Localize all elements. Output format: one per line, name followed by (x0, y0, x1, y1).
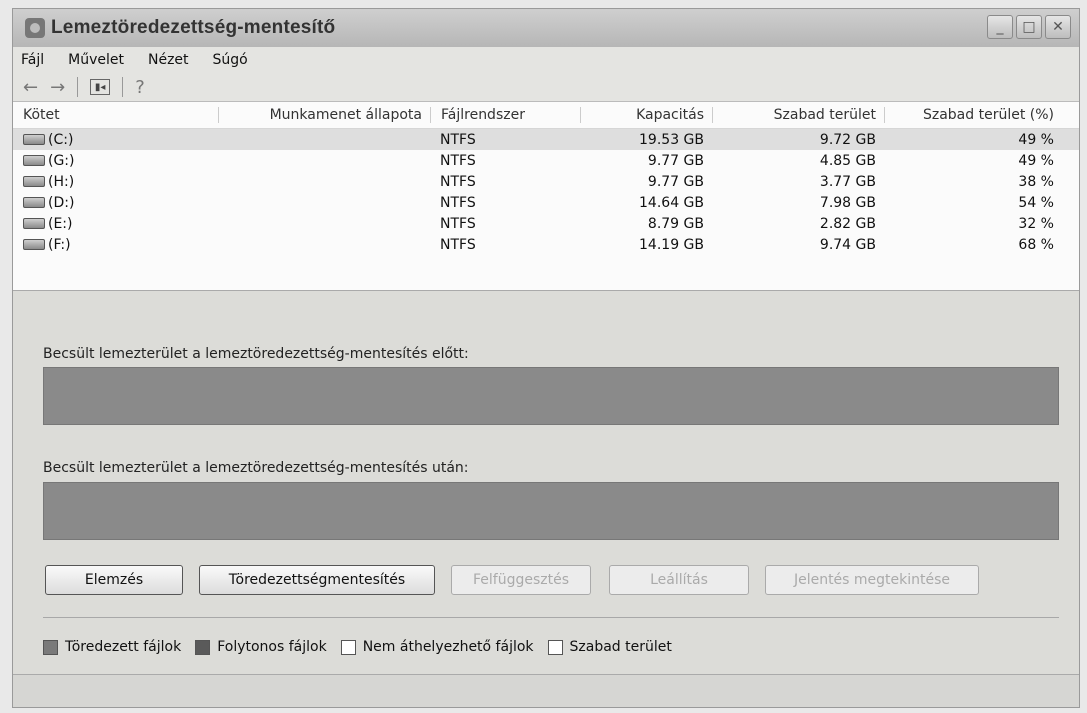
legend-item-contiguous: Folytonos fájlok (195, 639, 327, 655)
show-hide-console-icon[interactable]: ▮◂ (90, 79, 111, 95)
free-space: 9.72 GB (819, 131, 876, 148)
legend-swatch (547, 639, 563, 655)
menu-bar: Fájl Művelet Nézet Súgó (13, 47, 1079, 73)
legend-label: Szabad terület (569, 639, 672, 655)
drive-icon (23, 218, 45, 229)
status-bar (13, 674, 1079, 707)
volume-row[interactable]: (F:) NTFS 14.19 GB 9.74 GB 68 % (13, 234, 1079, 255)
capacity: 19.53 GB (639, 131, 704, 148)
free-space-pct: 38 % (1018, 173, 1054, 190)
drive-icon (23, 155, 45, 166)
list-header: Kötet Munkamenet állapota Fájlrendszer K… (13, 102, 1079, 129)
before-disk-usage-bar (43, 367, 1059, 425)
volume-row[interactable]: (G:) NTFS 9.77 GB 4.85 GB 49 % (13, 150, 1079, 171)
drive-icon (23, 176, 45, 187)
legend-swatch (340, 639, 356, 655)
free-space: 3.77 GB (819, 173, 876, 190)
filesystem: NTFS (440, 131, 476, 148)
title-bar: Lemeztöredezettség-mentesítő _ □ ✕ (13, 9, 1079, 47)
filesystem: NTFS (440, 215, 476, 232)
legend: Töredezett fájlok Folytonos fájlok Nem á… (43, 639, 686, 655)
capacity: 8.79 GB (647, 215, 704, 232)
column-header-volume[interactable]: Kötet (13, 107, 218, 123)
legend-item-unmovable: Nem áthelyezhető fájlok (340, 639, 534, 655)
forward-arrow-icon[interactable]: → (50, 77, 65, 98)
stop-button[interactable]: Leállítás (609, 565, 749, 595)
window-title: Lemeztöredezettség-mentesítő (51, 17, 336, 38)
menu-help[interactable]: Súgó (213, 52, 248, 68)
free-space-pct: 49 % (1018, 152, 1054, 169)
free-space-pct: 68 % (1018, 236, 1054, 253)
legend-label: Töredezett fájlok (65, 639, 182, 655)
free-space: 9.74 GB (819, 236, 876, 253)
column-header-capacity[interactable]: Kapacitás (580, 107, 712, 123)
legend-swatch (195, 639, 211, 655)
free-space: 2.82 GB (819, 215, 876, 232)
legend-swatch (43, 639, 58, 655)
pause-button[interactable]: Felfüggesztés (451, 565, 591, 595)
capacity: 14.19 GB (639, 236, 704, 253)
free-space-pct: 54 % (1018, 194, 1054, 211)
filesystem: NTFS (440, 236, 476, 253)
back-arrow-icon[interactable]: ← (23, 77, 38, 98)
volume-name: (G:) (48, 152, 75, 169)
column-header-free-space[interactable]: Szabad terület (712, 107, 884, 123)
before-label: Becsült lemezterület a lemeztöredezettsé… (43, 346, 469, 362)
capacity: 14.64 GB (639, 194, 704, 211)
volume-name: (D:) (48, 194, 75, 211)
volume-row[interactable]: (D:) NTFS 14.64 GB 7.98 GB 54 % (13, 192, 1079, 213)
volume-row[interactable]: (C:) NTFS 19.53 GB 9.72 GB 49 % (13, 129, 1079, 150)
free-space: 4.85 GB (819, 152, 876, 169)
capacity: 9.77 GB (647, 173, 704, 190)
volume-list: Kötet Munkamenet állapota Fájlrendszer K… (13, 102, 1079, 291)
separator (43, 617, 1059, 618)
minimize-icon[interactable]: _ (987, 15, 1013, 39)
column-header-free-space-pct[interactable]: Szabad terület (%) (884, 107, 1064, 123)
volume-row[interactable]: (H:) NTFS 9.77 GB 3.77 GB 38 % (13, 171, 1079, 192)
close-icon[interactable]: ✕ (1045, 15, 1071, 39)
volume-name: (H:) (48, 173, 75, 190)
defrag-window: Lemeztöredezettség-mentesítő _ □ ✕ Fájl … (12, 8, 1080, 708)
free-space-pct: 49 % (1018, 131, 1054, 148)
window-controls: _ □ ✕ (987, 15, 1071, 39)
column-header-session-status[interactable]: Munkamenet állapota (218, 107, 430, 123)
capacity: 9.77 GB (647, 152, 704, 169)
filesystem: NTFS (440, 152, 476, 169)
toolbar-separator (122, 77, 124, 97)
help-icon[interactable]: ? (135, 77, 145, 98)
maximize-icon[interactable]: □ (1016, 15, 1042, 39)
toolbar: ← → ▮◂ ? (13, 73, 1079, 102)
app-icon (25, 18, 45, 38)
volume-row[interactable]: (E:) NTFS 8.79 GB 2.82 GB 32 % (13, 213, 1079, 234)
toolbar-separator (77, 77, 79, 97)
menu-file[interactable]: Fájl (21, 52, 44, 68)
drive-icon (23, 197, 45, 208)
column-header-filesystem[interactable]: Fájlrendszer (430, 107, 580, 123)
after-label: Becsült lemezterület a lemeztöredezettsé… (43, 460, 469, 476)
filesystem: NTFS (440, 173, 476, 190)
legend-label: Nem áthelyezhető fájlok (362, 639, 534, 655)
free-space-pct: 32 % (1018, 215, 1054, 232)
legend-item-free-space: Szabad terület (547, 639, 672, 655)
filesystem: NTFS (440, 194, 476, 211)
drive-icon (23, 134, 45, 145)
legend-label: Folytonos fájlok (217, 639, 327, 655)
menu-action[interactable]: Művelet (68, 52, 124, 68)
view-report-button[interactable]: Jelentés megtekintése (765, 565, 979, 595)
legend-item-fragmented: Töredezett fájlok (43, 639, 181, 655)
free-space: 7.98 GB (819, 194, 876, 211)
volume-name: (E:) (48, 215, 73, 232)
drive-icon (23, 239, 45, 250)
volume-name: (F:) (48, 236, 71, 253)
analyze-button[interactable]: Elemzés (45, 565, 183, 595)
defragment-button[interactable]: Töredezettségmentesítés (199, 565, 435, 595)
menu-view[interactable]: Nézet (148, 52, 189, 68)
after-disk-usage-bar (43, 482, 1059, 540)
volume-name: (C:) (48, 131, 74, 148)
